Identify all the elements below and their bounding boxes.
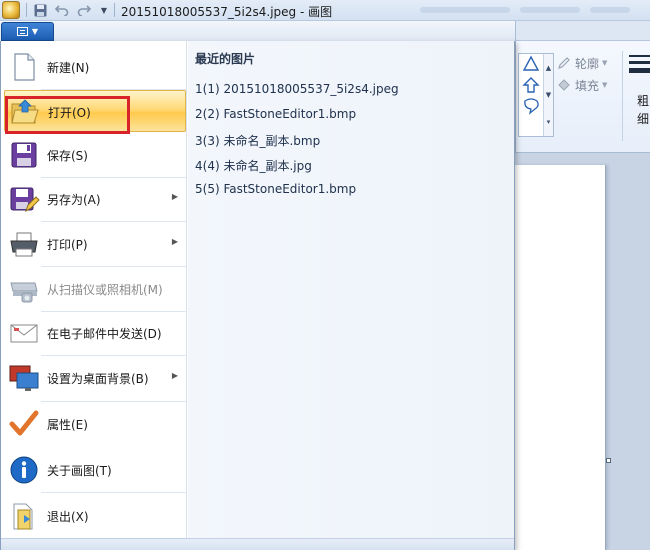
menu-item-label: 新建(N) — [47, 61, 90, 75]
new-document-icon — [8, 51, 40, 83]
recent-file-item[interactable]: 1(1) 20151018005537_5i2s4.jpeg — [195, 82, 399, 96]
pencil-outline-icon — [556, 55, 572, 71]
triangle-shape-icon[interactable] — [522, 55, 540, 73]
file-menu-button[interactable]: ▼ — [1, 22, 54, 41]
submenu-arrow-icon: ▶ — [171, 192, 178, 201]
menu-item-properties[interactable]: 属性(E) — [4, 403, 186, 445]
recent-pictures-title: 最近的图片 — [195, 52, 256, 66]
canvas-workspace — [515, 153, 650, 550]
chevron-down-icon: ▼ — [602, 59, 608, 67]
fill-button[interactable]: 填充 ▼ — [556, 75, 607, 95]
menu-document-icon — [16, 27, 28, 36]
recent-file-item[interactable]: 3(3) 未命名_副本.bmp — [195, 132, 320, 149]
menu-item-label: 在电子邮件中发送(D) — [47, 327, 162, 341]
menu-item-save[interactable]: 保存(S) — [4, 134, 186, 176]
checkmark-icon — [8, 408, 40, 440]
menu-item-label: 设置为桌面背景(B) — [47, 372, 149, 386]
recent-file-item[interactable]: 2(2) FastStoneEditor1.bmp — [195, 107, 356, 121]
line-thickness-icon[interactable] — [629, 55, 650, 77]
chevron-down-icon: ▼ — [31, 27, 39, 36]
floppy-icon[interactable] — [32, 2, 48, 18]
menu-item-print[interactable]: 打印(P) ▶ — [4, 223, 186, 265]
title-bar-background-blur — [420, 4, 640, 16]
title-bar: ▼ 20151018005537_5i2s4.jpeg - 画图 — [0, 0, 650, 21]
recent-file-item[interactable]: 5(5) FastStoneEditor1.bmp — [195, 182, 356, 196]
exit-icon — [8, 500, 40, 532]
ribbon-tab-strip — [0, 21, 515, 41]
menu-item-from-scanner: 从扫描仪或照相机(M) — [4, 268, 186, 310]
menu-item-label: 保存(S) — [47, 149, 88, 163]
printer-icon — [8, 228, 40, 260]
info-icon — [8, 454, 40, 486]
annotation-highlight-box — [5, 96, 130, 134]
menu-item-label: 退出(X) — [47, 510, 89, 524]
arrow-up-shape-icon[interactable] — [522, 76, 540, 94]
file-menu: 新建(N) 打开(O) 保存(S) 另存为(A) ▶ 打印(P) ▶ 从扫描仪或… — [0, 41, 515, 550]
gallery-expand-icon[interactable]: ▾ — [547, 118, 551, 126]
menu-item-send-email[interactable]: 在电子邮件中发送(D) — [4, 312, 186, 354]
menu-separator — [41, 355, 186, 356]
menu-separator — [41, 221, 186, 222]
canvas-resize-handle[interactable] — [606, 458, 611, 463]
menu-separator — [41, 266, 186, 267]
menu-item-label: 关于画图(T) — [47, 464, 112, 478]
menu-item-new[interactable]: 新建(N) — [4, 46, 186, 88]
chevron-down-icon: ▼ — [602, 81, 608, 89]
menu-item-label: 另存为(A) — [47, 193, 101, 207]
drawing-canvas[interactable] — [515, 165, 606, 550]
outline-label: 轮廓 — [575, 56, 600, 71]
menu-separator — [41, 401, 186, 402]
scroll-down-icon[interactable]: ▼ — [546, 91, 551, 99]
menu-item-label: 打印(P) — [47, 238, 88, 252]
file-menu-footer — [1, 538, 514, 550]
qat-separator — [114, 3, 115, 17]
scroll-up-icon[interactable]: ▲ — [546, 64, 551, 72]
fill-label: 填充 — [575, 78, 600, 93]
callout-shape-icon[interactable] — [522, 97, 540, 115]
recent-pictures-panel: 最近的图片 1(1) 20151018005537_5i2s4.jpeg 2(2… — [188, 41, 514, 538]
ribbon-tabs — [516, 21, 650, 41]
save-as-icon — [8, 183, 40, 215]
recent-file-item[interactable]: 4(4) 未命名_副本.jpg — [195, 157, 312, 174]
menu-item-save-as[interactable]: 另存为(A) ▶ — [4, 178, 186, 220]
submenu-arrow-icon: ▶ — [171, 371, 178, 380]
qat-separator — [26, 3, 27, 17]
redo-icon[interactable] — [76, 2, 92, 18]
email-icon — [8, 317, 40, 349]
ribbon-separator — [622, 51, 623, 141]
window-title: 20151018005537_5i2s4.jpeg - 画图 — [121, 5, 333, 19]
undo-icon[interactable] — [54, 2, 70, 18]
scanner-icon — [8, 273, 40, 305]
menu-item-label: 属性(E) — [47, 418, 88, 432]
menu-item-exit[interactable]: 退出(X) — [4, 495, 186, 537]
submenu-arrow-icon: ▶ — [171, 237, 178, 246]
gallery-scroll[interactable]: ▲ ▼ ▾ — [543, 54, 553, 136]
outline-button[interactable]: 轮廓 ▼ — [556, 53, 607, 73]
menu-item-set-desktop-background[interactable]: 设置为桌面背景(B) ▶ — [4, 357, 186, 399]
menu-item-label: 从扫描仪或照相机(M) — [47, 283, 163, 297]
menu-separator — [41, 492, 186, 493]
menu-item-about-paint[interactable]: 关于画图(T) — [4, 449, 186, 491]
ribbon: ▲ ▼ ▾ 轮廓 ▼ 填充 ▼ 粗细 — [515, 21, 650, 153]
desktop-icon — [8, 362, 40, 394]
paint-app-icon[interactable] — [2, 1, 20, 19]
shapes-gallery[interactable]: ▲ ▼ ▾ — [518, 53, 554, 137]
save-icon — [8, 139, 40, 171]
thickness-label[interactable]: 粗细 — [637, 92, 649, 128]
paint-bucket-icon — [556, 77, 572, 93]
dropdown-icon[interactable]: ▼ — [96, 2, 112, 18]
